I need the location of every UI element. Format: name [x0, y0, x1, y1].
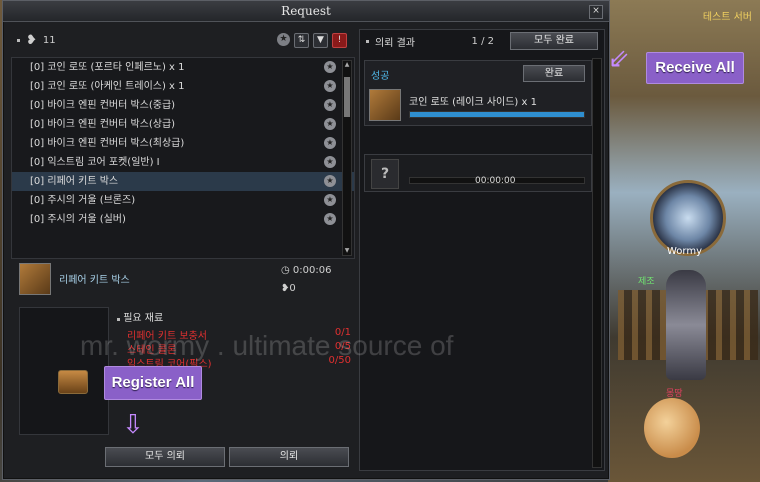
close-button[interactable]: ×: [589, 5, 603, 19]
list-item[interactable]: [0] 주시의 거울 (브론즈) ★: [12, 191, 354, 210]
request-detail: 리페어 키트 박스 ◷ 0:00:06 ❥0: [11, 261, 353, 297]
favorite-star-icon[interactable]: ★: [324, 80, 336, 92]
receive-button[interactable]: 완료: [523, 65, 585, 82]
receive-all-callout: Receive All: [646, 52, 744, 84]
result-card: 성공 완료 코인 로또 (레이크 사이드) x 1: [364, 60, 592, 126]
favorite-star-icon[interactable]: ★: [324, 99, 336, 111]
result-header: 의뢰 결과 1 / 2 모두 완료: [360, 30, 604, 52]
hearts-row: ❥0: [281, 283, 296, 294]
window-title: Request: [281, 4, 331, 18]
bullet-icon: [366, 39, 369, 43]
pet-name: 몽땅: [666, 389, 683, 399]
bullet-icon: [17, 38, 20, 42]
result-pane: 의뢰 결과 1 / 2 모두 완료 성공 완료 코인 로또 (레이크 사이드) …: [359, 29, 605, 471]
result-progress: [409, 111, 585, 118]
favorite-star-icon[interactable]: ★: [324, 175, 336, 187]
round-window: [650, 180, 726, 256]
scroll-thumb[interactable]: [344, 77, 350, 117]
request-window: Request × ❥ 11 ★ ⇅ ▼ ! [0] 코인 로또 (포르타 인페…: [2, 0, 610, 480]
favorite-star-icon[interactable]: ★: [324, 137, 336, 149]
list-item[interactable]: [0] 코인 로또 (포르타 인페르노) x 1 ★: [12, 58, 354, 77]
list-item[interactable]: [0] 바이크 엔핀 컨버터 박스(상급) ★: [12, 115, 354, 134]
bullet-icon: [117, 318, 120, 321]
favorite-star-icon[interactable]: ★: [324, 118, 336, 130]
time-row: ◷ 0:00:06: [281, 265, 331, 276]
star-filter-icon[interactable]: ★: [277, 32, 290, 46]
chest-icon: [58, 370, 88, 394]
request-list: [0] 코인 로또 (포르타 인페르노) x 1 ★ [0] 코인 로또 (아케인…: [11, 57, 355, 259]
unknown-item-icon: ?: [371, 159, 399, 189]
scroll-up-icon[interactable]: ▲: [343, 61, 351, 69]
list-item[interactable]: [0] 바이크 엔핀 컨버터 박스(최상급) ★: [12, 134, 354, 153]
request-list-pane: ❥ 11 ★ ⇅ ▼ ! [0] 코인 로또 (포르타 인페르노) x 1 ★ […: [11, 29, 355, 469]
material-row: 리페어 키트 보충서 0/1: [127, 327, 351, 342]
pet-character[interactable]: [644, 398, 700, 458]
chest-icon: [369, 89, 401, 121]
pending-card: ? 00:00:00: [364, 154, 592, 192]
list-item-selected[interactable]: [0] 리페어 키트 박스 ★: [12, 172, 354, 191]
list-item[interactable]: [0] 코인 로또 (아케인 트레이스) x 1 ★: [12, 77, 354, 96]
scroll-down-icon[interactable]: ▼: [343, 247, 351, 255]
detail-time: 0:00:06: [292, 265, 332, 276]
list-item[interactable]: [0] 바이크 엔핀 컨버터 박스(중급) ★: [12, 96, 354, 115]
favorite-star-icon[interactable]: ★: [324, 213, 336, 225]
receive-all-button[interactable]: 모두 완료: [510, 32, 598, 50]
result-title: 의뢰 결과: [375, 37, 415, 49]
favorite-star-icon[interactable]: ★: [324, 194, 336, 206]
list-item[interactable]: [0] 익스트림 코어 포켓(일반) I ★: [12, 153, 354, 172]
window-titlebar[interactable]: Request ×: [3, 1, 609, 22]
chest-icon: [19, 263, 51, 295]
list-header: ❥ 11 ★ ⇅ ▼ !: [11, 29, 353, 51]
arrow-down-icon: ⇩: [122, 410, 144, 440]
pending-time: 00:00:00: [475, 176, 516, 186]
register-all-callout: Register All: [104, 366, 202, 400]
favorite-star-icon[interactable]: ★: [324, 156, 336, 168]
list-scrollbar[interactable]: ▲ ▼: [342, 60, 352, 256]
page-indicator: 1 / 2: [471, 35, 494, 47]
hearts-icon: ❥: [26, 32, 37, 48]
player-name: Wormy: [667, 246, 703, 257]
register-all-button[interactable]: 모두 의뢰: [105, 447, 225, 467]
detail-item-name: 리페어 키트 박스: [59, 275, 130, 286]
npc-name: 제조: [638, 277, 655, 287]
arrow-left-icon: ⇙: [608, 44, 630, 74]
result-progress-fill: [410, 112, 584, 117]
list-item[interactable]: [0] 주시의 거울 (실버) ★: [12, 210, 354, 229]
register-button[interactable]: 의뢰: [229, 447, 349, 467]
favorite-star-icon[interactable]: ★: [324, 61, 336, 73]
result-item-name: 코인 로또 (레이크 사이드) x 1: [409, 97, 537, 108]
player-character[interactable]: [666, 270, 706, 380]
server-label: 테스트 서버: [702, 12, 752, 23]
materials-title: 필요 재료: [117, 309, 163, 324]
sort-icon[interactable]: ⇅: [294, 32, 309, 48]
result-scrollbar[interactable]: [592, 58, 602, 468]
clock-icon: ◷: [281, 265, 290, 276]
filter-icon[interactable]: ▼: [313, 32, 328, 48]
result-status: 성공: [371, 71, 390, 82]
item-preview: [19, 307, 109, 435]
request-count: 11: [42, 34, 56, 46]
detail-hearts: 0: [289, 283, 296, 294]
material-row: 스테인 콜론 0/5: [127, 341, 351, 356]
alert-icon[interactable]: !: [332, 32, 347, 48]
